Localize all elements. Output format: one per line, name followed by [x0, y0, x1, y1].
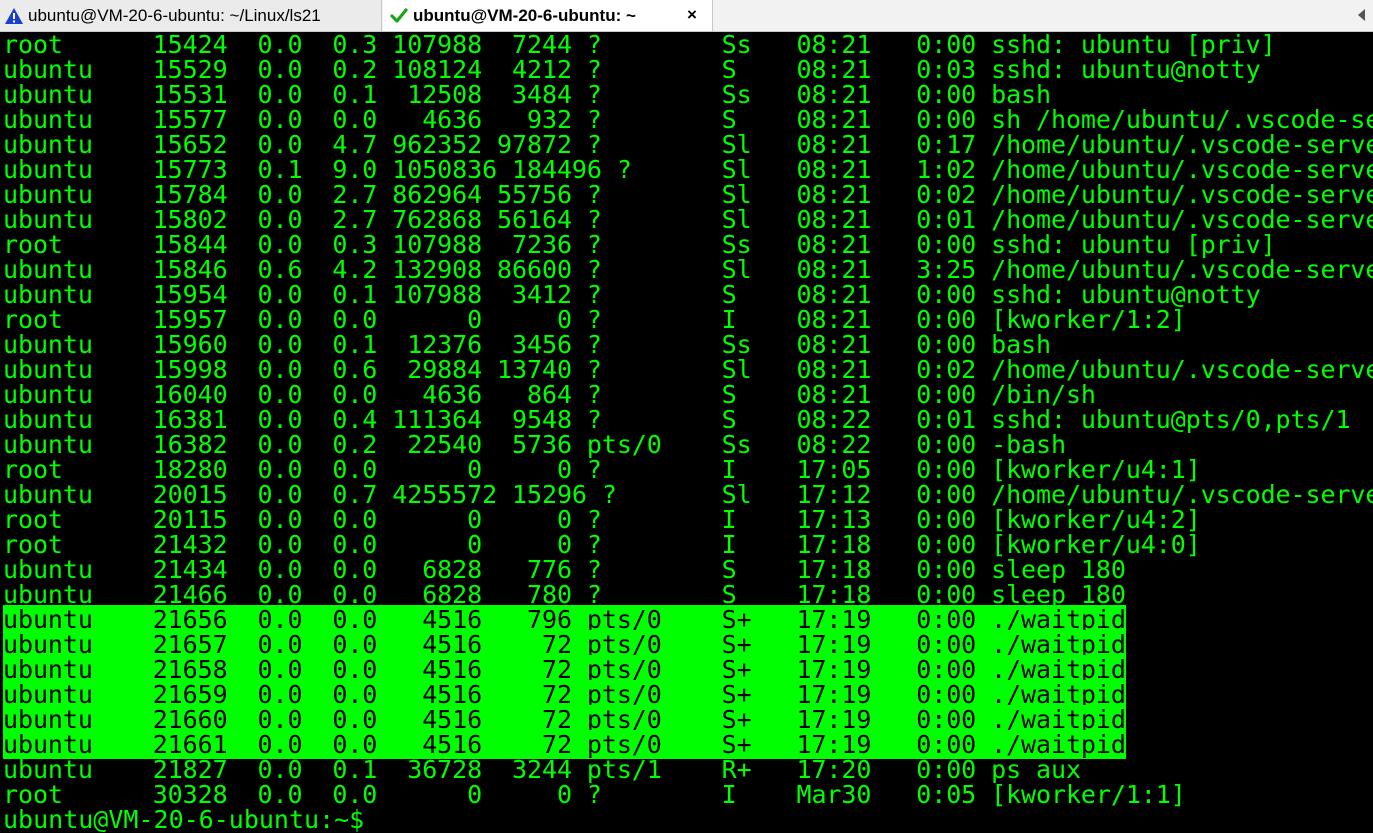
- shell-prompt[interactable]: ubuntu@VM-20-6-ubuntu:~$: [0, 807, 1373, 832]
- terminal-line-highlighted: ubuntu 21658 0.0 0.0 4516 72 pts/0 S+ 17…: [0, 655, 1373, 684]
- terminal-line: ubuntu 15529 0.0 0.2 108124 4212 ? S 08:…: [0, 57, 1373, 82]
- terminal-line: ubuntu 15998 0.0 0.6 29884 13740 ? Sl 08…: [0, 357, 1373, 382]
- tab-title: ubuntu@VM-20-6-ubuntu: ~/Linux/ls21: [28, 5, 321, 25]
- terminal-line: ubuntu 15846 0.6 4.2 132908 86600 ? Sl 0…: [0, 257, 1373, 282]
- terminal-line-highlighted: ubuntu 21660 0.0 0.0 4516 72 pts/0 S+ 17…: [0, 705, 1373, 734]
- check-icon: [390, 7, 408, 23]
- terminal-line: ubuntu 20015 0.0 0.7 4255572 15296 ? Sl …: [0, 482, 1373, 507]
- warning-icon: [5, 7, 23, 24]
- terminal-output[interactable]: root 15424 0.0 0.3 107988 7244 ? Ss 08:2…: [0, 32, 1373, 833]
- terminal-line: ubuntu 15954 0.0 0.1 107988 3412 ? S 08:…: [0, 282, 1373, 307]
- terminal-line: ubuntu 15802 0.0 2.7 762868 56164 ? Sl 0…: [0, 207, 1373, 232]
- terminal-line: ubuntu 21827 0.0 0.1 36728 3244 pts/1 R+…: [0, 757, 1373, 782]
- tab-ls21[interactable]: ubuntu@VM-20-6-ubuntu: ~/Linux/ls21: [0, 0, 382, 31]
- terminal-line: ubuntu 15577 0.0 0.0 4636 932 ? S 08:21 …: [0, 107, 1373, 132]
- tab-title: ubuntu@VM-20-6-ubuntu: ~: [413, 5, 636, 25]
- terminal-line-highlighted: ubuntu 21657 0.0 0.0 4516 72 pts/0 S+ 17…: [0, 630, 1373, 659]
- terminal-line: ubuntu 16040 0.0 0.0 4636 864 ? S 08:21 …: [0, 382, 1373, 407]
- tab-home[interactable]: ubuntu@VM-20-6-ubuntu: ~ ×: [383, 0, 713, 31]
- terminal-line: root 18280 0.0 0.0 0 0 ? I 17:05 0:00 [k…: [0, 457, 1373, 482]
- terminal-line: root 15424 0.0 0.3 107988 7244 ? Ss 08:2…: [0, 32, 1373, 57]
- terminal-line-highlighted: ubuntu 21661 0.0 0.0 4516 72 pts/0 S+ 17…: [0, 730, 1373, 759]
- terminal-line: ubuntu 15652 0.0 4.7 962352 97872 ? Sl 0…: [0, 132, 1373, 157]
- terminal-line: root 20115 0.0 0.0 0 0 ? I 17:13 0:00 [k…: [0, 507, 1373, 532]
- terminal-line: ubuntu 15784 0.0 2.7 862964 55756 ? Sl 0…: [0, 182, 1373, 207]
- terminal-line: ubuntu 16382 0.0 0.2 22540 5736 pts/0 Ss…: [0, 432, 1373, 457]
- terminal-line: root 15844 0.0 0.3 107988 7236 ? Ss 08:2…: [0, 232, 1373, 257]
- terminal-line: ubuntu 21434 0.0 0.0 6828 776 ? S 17:18 …: [0, 557, 1373, 582]
- terminal-line: ubuntu 15960 0.0 0.1 12376 3456 ? Ss 08:…: [0, 332, 1373, 357]
- tab-bar: ubuntu@VM-20-6-ubuntu: ~/Linux/ls21 ubun…: [0, 0, 1373, 32]
- terminal-line: ubuntu 15531 0.0 0.1 12508 3484 ? Ss 08:…: [0, 82, 1373, 107]
- terminal-line: ubuntu 15773 0.1 9.0 1050836 184496 ? Sl…: [0, 157, 1373, 182]
- close-icon[interactable]: ×: [682, 5, 702, 25]
- terminal-line: root 15957 0.0 0.0 0 0 ? I 08:21 0:00 [k…: [0, 307, 1373, 332]
- terminal-line: ubuntu 21466 0.0 0.0 6828 780 ? S 17:18 …: [0, 582, 1373, 607]
- terminal-line-highlighted: ubuntu 21659 0.0 0.0 4516 72 pts/0 S+ 17…: [0, 680, 1373, 709]
- terminal-line: ubuntu 16381 0.0 0.4 111364 9548 ? S 08:…: [0, 407, 1373, 432]
- terminal-line: root 30328 0.0 0.0 0 0 ? I Mar30 0:05 [k…: [0, 782, 1373, 807]
- terminal-line: root 21432 0.0 0.0 0 0 ? I 17:18 0:00 [k…: [0, 532, 1373, 557]
- chevron-left-icon[interactable]: [1355, 6, 1369, 24]
- terminal-line-highlighted: ubuntu 21656 0.0 0.0 4516 796 pts/0 S+ 1…: [0, 605, 1373, 634]
